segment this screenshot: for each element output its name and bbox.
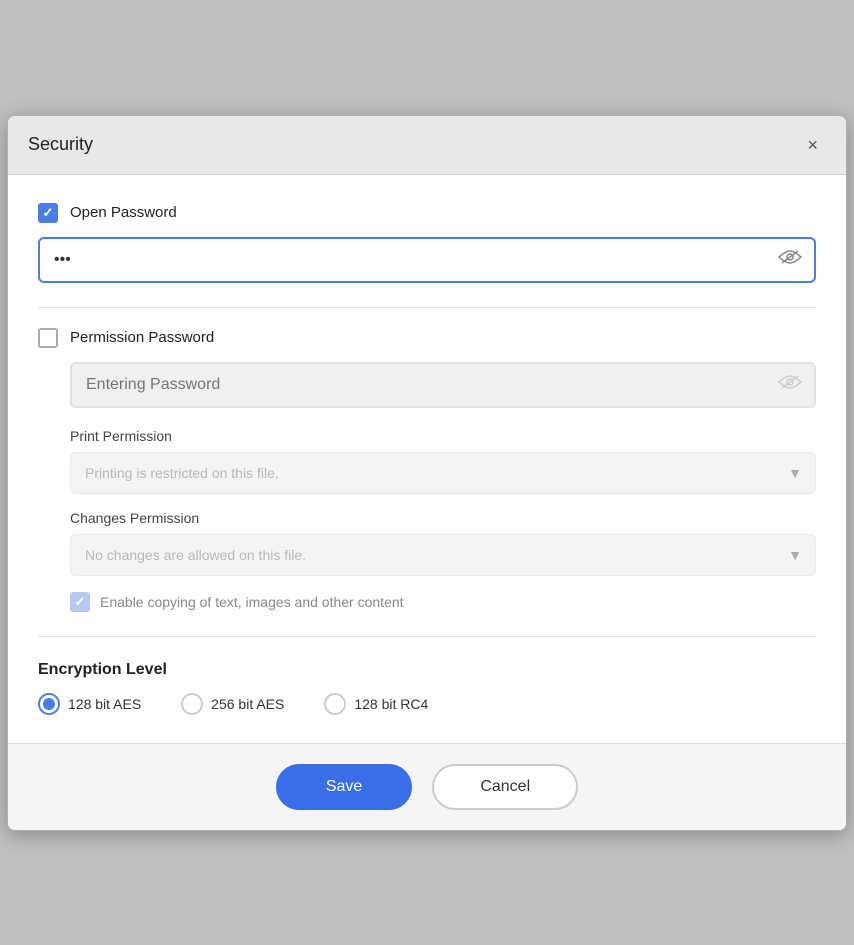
radio-btn-128aes[interactable]: [38, 693, 60, 715]
divider-2: [38, 636, 816, 637]
radio-btn-256aes[interactable]: [181, 693, 203, 715]
open-password-row: ✓ Open Password: [38, 203, 816, 223]
close-button[interactable]: ×: [799, 132, 826, 158]
encryption-section: Encryption Level 128 bit AES 256 bit AES…: [38, 657, 816, 715]
radio-label-128aes: 128 bit AES: [68, 696, 141, 712]
radio-256aes[interactable]: 256 bit AES: [181, 693, 284, 715]
changes-permission-select[interactable]: No changes are allowed on this file.: [70, 534, 816, 576]
changes-permission-field: Changes Permission No changes are allowe…: [70, 510, 816, 576]
permission-password-checkbox[interactable]: [38, 328, 58, 348]
cancel-button[interactable]: Cancel: [432, 764, 578, 810]
save-button[interactable]: Save: [276, 764, 412, 810]
permission-password-section: Permission Password Print Permission: [38, 328, 816, 612]
copy-content-label: Enable copying of text, images and other…: [100, 594, 404, 610]
encryption-title: Encryption Level: [38, 661, 816, 679]
radio-128rc4[interactable]: 128 bit RC4: [324, 693, 428, 715]
print-permission-field: Print Permission Printing is restricted …: [70, 428, 816, 494]
permission-block: Print Permission Printing is restricted …: [38, 362, 816, 612]
security-dialog: Security × ✓ Open Password: [7, 115, 847, 831]
permission-password-row: Permission Password: [38, 328, 816, 348]
dialog-header: Security ×: [8, 116, 846, 175]
dialog-footer: Save Cancel: [8, 743, 846, 830]
divider-1: [38, 307, 816, 308]
print-permission-select[interactable]: Printing is restricted on this file.: [70, 452, 816, 494]
permission-password-eye-icon: [778, 374, 802, 395]
open-password-label: Open Password: [70, 204, 177, 221]
open-password-input[interactable]: [38, 237, 816, 283]
radio-128aes[interactable]: 128 bit AES: [38, 693, 141, 715]
changes-permission-label: Changes Permission: [70, 510, 816, 526]
changes-permission-select-wrapper: No changes are allowed on this file. ▼: [70, 534, 816, 576]
radio-label-128rc4: 128 bit RC4: [354, 696, 428, 712]
radio-label-256aes: 256 bit AES: [211, 696, 284, 712]
copy-content-checkbox: ✓: [70, 592, 90, 612]
copy-content-row: ✓ Enable copying of text, images and oth…: [70, 592, 816, 612]
print-permission-label: Print Permission: [70, 428, 816, 444]
print-permission-select-wrapper: Printing is restricted on this file. ▼: [70, 452, 816, 494]
permission-password-label: Permission Password: [70, 329, 214, 346]
dialog-body: ✓ Open Password: [8, 175, 846, 743]
open-password-input-wrapper: [38, 237, 816, 283]
radio-btn-128rc4[interactable]: [324, 693, 346, 715]
open-password-section: ✓ Open Password: [38, 203, 816, 283]
permission-password-input: [70, 362, 816, 408]
permission-password-input-wrapper: [70, 362, 816, 408]
open-password-eye-icon[interactable]: [778, 249, 802, 270]
encryption-radio-group: 128 bit AES 256 bit AES 128 bit RC4: [38, 693, 816, 715]
dialog-title: Security: [28, 134, 93, 155]
open-password-checkbox[interactable]: ✓: [38, 203, 58, 223]
